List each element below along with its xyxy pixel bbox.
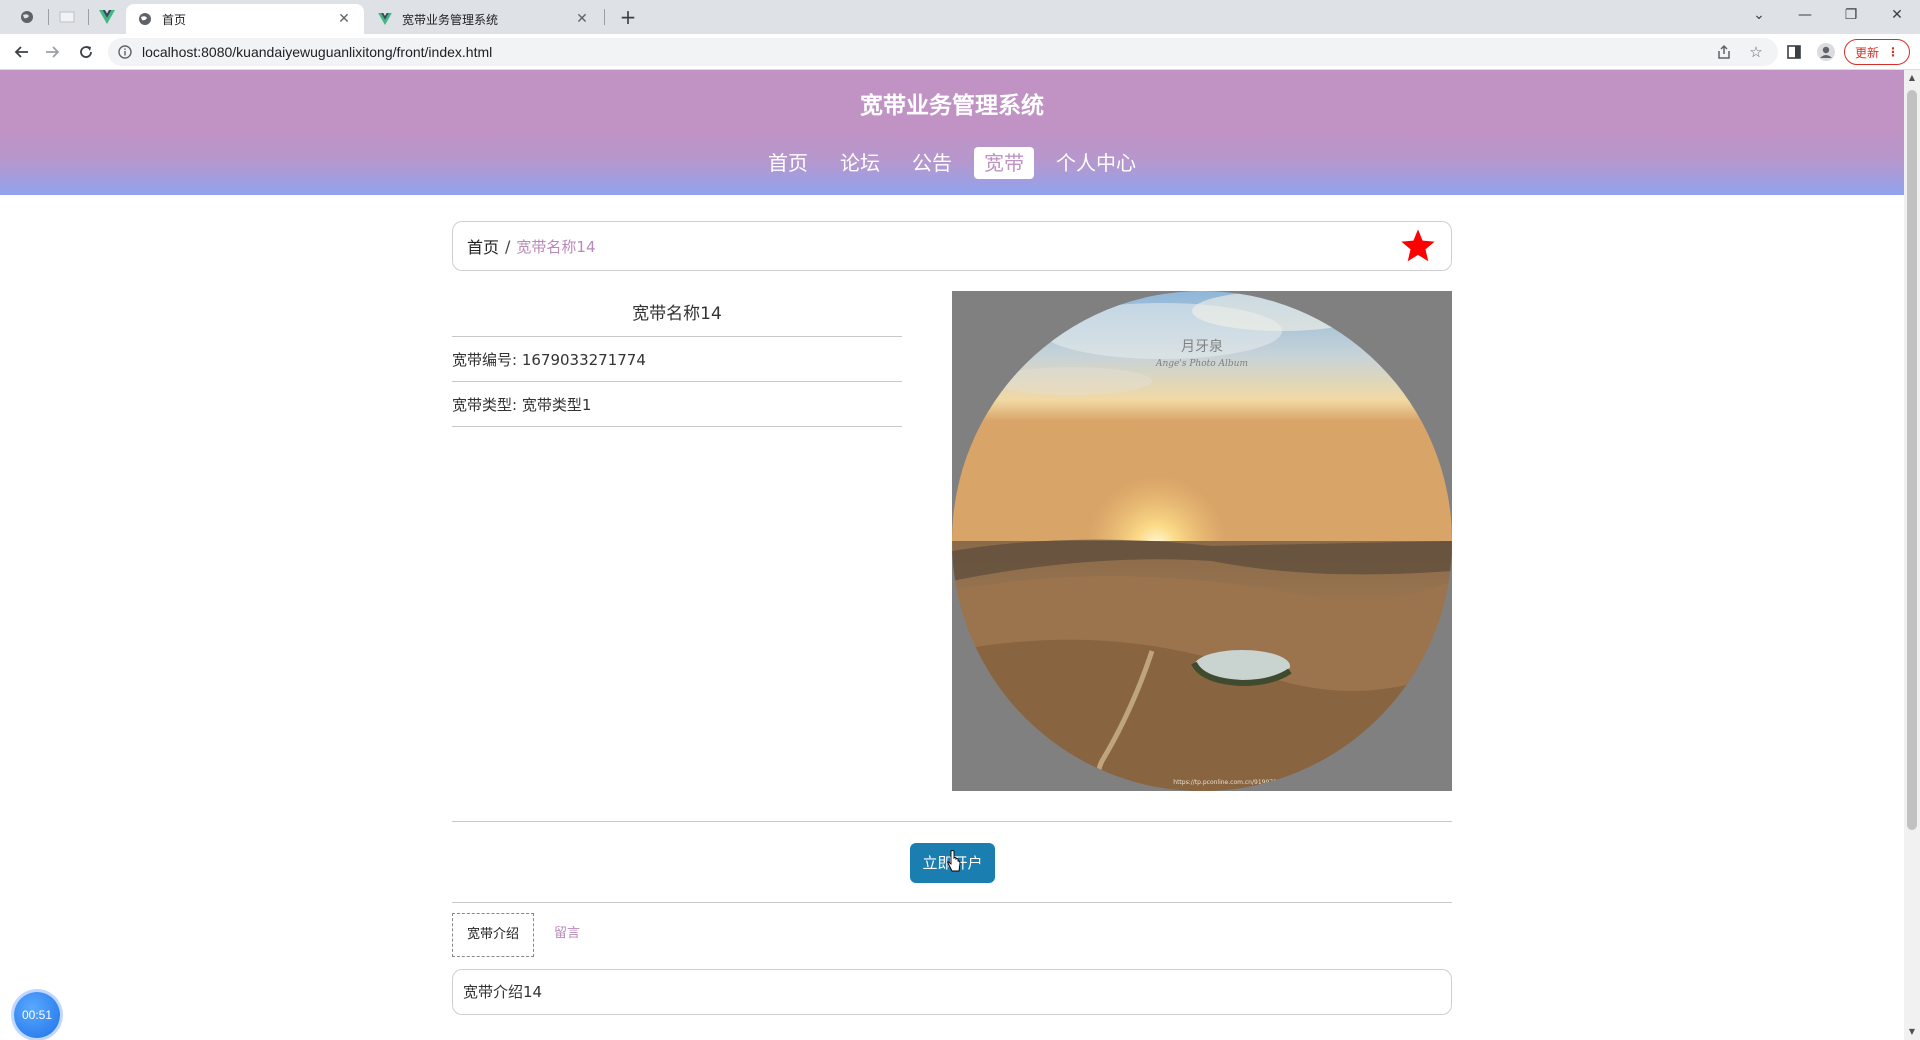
broadband-info: 宽带名称14 宽带编号: 1679033271774 宽带类型: 宽带类型1 — [452, 292, 902, 427]
update-label: 更新 — [1854, 45, 1879, 60]
globe-icon — [139, 13, 151, 25]
vue-icon — [378, 13, 392, 25]
section-divider — [452, 821, 1452, 822]
restore-button[interactable]: ❐ — [1828, 0, 1874, 30]
pinned-tab-vue[interactable] — [90, 6, 124, 28]
globe-icon — [21, 11, 33, 23]
side-panel-icon[interactable] — [1782, 40, 1806, 64]
url-text: localhost:8080/kuandaiyewuguanlixitong/f… — [142, 44, 493, 60]
forward-icon[interactable] — [40, 40, 64, 64]
favorite-star-icon[interactable] — [1399, 227, 1437, 265]
scroll-thumb[interactable] — [1907, 90, 1917, 830]
main-nav: 首页 论坛 公告 宽带 个人中心 — [0, 147, 1904, 179]
new-tab-button[interactable]: + — [616, 6, 640, 28]
scroll-down-icon[interactable]: ▼ — [1904, 1024, 1920, 1040]
broadband-type-value: 宽带类型1 — [521, 396, 592, 414]
tab-search-icon[interactable]: ⌄ — [1736, 0, 1782, 30]
broadband-type-label: 宽带类型: — [452, 396, 522, 414]
nav-item-broadband[interactable]: 宽带 — [974, 147, 1034, 179]
recording-timer: 00:51 — [14, 992, 60, 1038]
site-header: 宽带业务管理系统 首页 论坛 公告 宽带 个人中心 — [0, 70, 1904, 195]
tab-comments[interactable]: 留言 — [540, 913, 594, 957]
back-icon[interactable] — [10, 40, 34, 64]
detail-tabs: 宽带介绍 留言 — [452, 913, 594, 957]
close-icon[interactable]: ✕ — [336, 11, 352, 27]
more-menu-icon: ⋮ — [1887, 45, 1899, 59]
tab-system[interactable]: 宽带业务管理系统 ✕ — [366, 4, 602, 34]
tab-title: 首页 — [162, 12, 187, 27]
page-scrollbar[interactable]: ▲ ▼ — [1904, 70, 1920, 1040]
mouse-cursor-icon — [947, 850, 961, 872]
section-divider — [452, 902, 1452, 903]
photo-credit: https://tp.pconline.com.cn/9199788 — [1173, 779, 1281, 786]
address-bar[interactable]: localhost:8080/kuandaiyewuguanlixitong/f… — [108, 38, 1778, 66]
broadband-number-row: 宽带编号: 1679033271774 — [452, 337, 902, 382]
photo-watermark: 月牙泉 — [1181, 338, 1223, 355]
nav-item-personal-center[interactable]: 个人中心 — [1046, 147, 1146, 179]
breadcrumb-separator: / — [505, 236, 511, 256]
browser-tab-bar: 首页 ✕ 宽带业务管理系统 ✕ + ⌄ — ❐ ✕ — [0, 0, 1920, 34]
broadband-number-label: 宽带编号: — [452, 351, 522, 369]
share-icon[interactable] — [1712, 40, 1736, 64]
close-icon[interactable]: ✕ — [574, 11, 590, 27]
broadband-name: 宽带名称14 — [452, 292, 902, 337]
site-title: 宽带业务管理系统 — [860, 93, 1044, 119]
blank-page-icon — [59, 11, 75, 23]
desert-sunset-image: 月牙泉 Ange's Photo Album https://tp.pconli… — [952, 291, 1452, 791]
update-button[interactable]: 更新 ⋮ — [1844, 39, 1910, 65]
pinned-tab-blank[interactable] — [50, 6, 84, 28]
page-viewport: 宽带业务管理系统 首页 论坛 公告 宽带 个人中心 首页 / 宽带名称14 宽带… — [0, 70, 1904, 1040]
breadcrumb-current: 宽带名称14 — [516, 237, 596, 256]
broadband-type-row: 宽带类型: 宽带类型1 — [452, 382, 902, 427]
nav-item-forum[interactable]: 论坛 — [830, 147, 890, 179]
nav-item-home[interactable]: 首页 — [758, 147, 818, 179]
close-window-button[interactable]: ✕ — [1874, 0, 1920, 30]
broadband-photo: 月牙泉 Ange's Photo Album https://tp.pconli… — [952, 291, 1452, 791]
nav-item-notice[interactable]: 公告 — [902, 147, 962, 179]
breadcrumb: 首页 / 宽带名称14 — [452, 221, 1452, 271]
reload-icon[interactable] — [74, 40, 98, 64]
intro-content: 宽带介绍14 — [452, 969, 1452, 1015]
tab-home[interactable]: 首页 ✕ — [126, 4, 364, 34]
browser-toolbar: localhost:8080/kuandaiyewuguanlixitong/f… — [0, 34, 1920, 70]
profile-avatar-icon[interactable] — [1814, 40, 1838, 64]
pinned-tab-globe[interactable] — [10, 6, 44, 28]
scroll-up-icon[interactable]: ▲ — [1904, 70, 1920, 86]
vue-icon — [99, 10, 115, 24]
broadband-number-value: 1679033271774 — [521, 351, 646, 369]
info-icon[interactable] — [118, 45, 132, 59]
breadcrumb-home-link[interactable]: 首页 — [467, 234, 499, 258]
tab-title: 宽带业务管理系统 — [402, 12, 499, 27]
minimize-button[interactable]: — — [1782, 0, 1828, 30]
bookmark-star-icon[interactable]: ☆ — [1744, 40, 1768, 64]
tab-broadband-intro[interactable]: 宽带介绍 — [452, 913, 535, 957]
photo-watermark-sub: Ange's Photo Album — [1155, 359, 1248, 369]
